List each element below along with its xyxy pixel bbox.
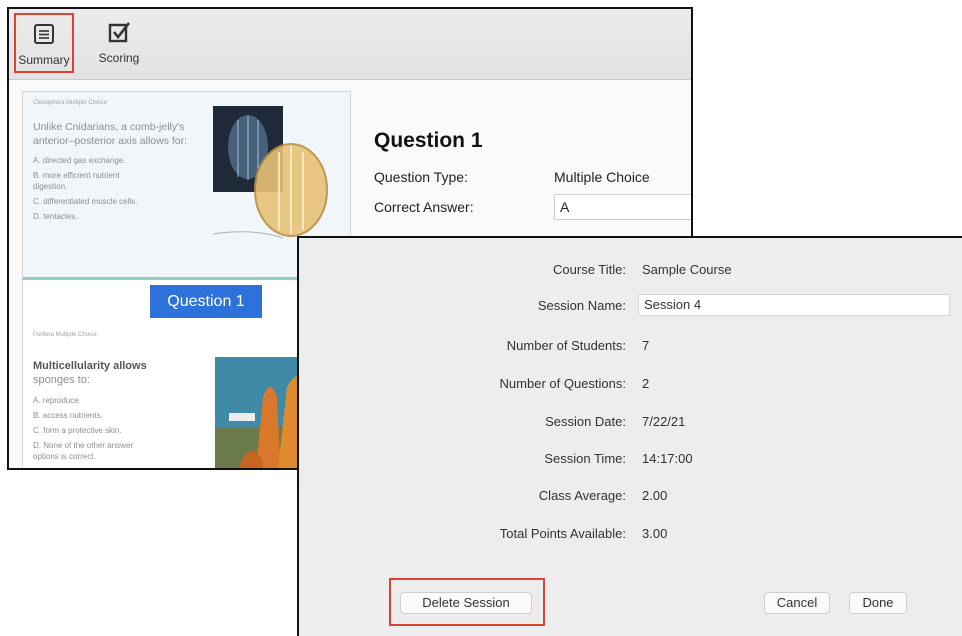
slide-question-line: Multicellularity allows (33, 360, 147, 372)
list-icon (34, 24, 54, 44)
slide-question-line: anterior–posterior axis allows for: (33, 135, 188, 147)
students-value: 7 (642, 338, 650, 353)
students-label: Number of Students: (506, 338, 626, 353)
class-average-value: 2.00 (642, 488, 668, 503)
checkbox-icon (108, 22, 131, 43)
session-time-value: 14:17:00 (642, 451, 693, 466)
class-average-label: Class Average: (538, 488, 626, 503)
delete-session-button[interactable]: Delete Session (400, 592, 532, 614)
slide-option: B. more efficient nutrient (33, 171, 120, 180)
total-points-label: Total Points Available: (499, 526, 626, 541)
slide-option: A. directed gas exchange. (33, 156, 126, 165)
slide-question-line: sponges to: (33, 374, 90, 386)
slide-option: D. tentacles. (33, 212, 78, 221)
question-type-label: Question Type: (374, 169, 468, 185)
questions-value: 2 (642, 376, 650, 391)
slide-option: A. reproduce. (33, 396, 82, 405)
summary-label: Summary (18, 53, 70, 67)
correct-answer-field[interactable]: A (554, 194, 691, 220)
question-summary-panel: Question 1 Question Type: Multiple Choic… (349, 81, 691, 221)
cancel-button[interactable]: Cancel (764, 592, 830, 614)
total-points-value: 3.00 (642, 526, 668, 541)
session-time-label: Session Time: (544, 451, 626, 466)
scoring-label: Scoring (98, 51, 140, 65)
slide-option: D. None of the other answer (33, 441, 134, 450)
session-date-label: Session Date: (545, 414, 626, 429)
slide-option: options is correct. (33, 452, 96, 461)
slide-header: Ctenophora Multiple Choice (33, 100, 108, 106)
session-details-dialog: Course Title: Sample Course Session Name… (297, 236, 962, 636)
session-date-value: 7/22/21 (642, 414, 686, 429)
slide-option: digestion. (33, 182, 68, 191)
question-type-value: Multiple Choice (554, 169, 650, 185)
correct-answer-label: Correct Answer: (374, 199, 474, 215)
slide-header: Porifera Multiple Choice (33, 332, 97, 338)
question-title: Question 1 (374, 129, 483, 152)
questions-label: Number of Questions: (499, 376, 626, 391)
slide-option: C. differentiated muscle cells. (33, 197, 138, 206)
toolbar: Summary Scoring (9, 9, 691, 80)
scoring-button[interactable]: Scoring (93, 13, 145, 73)
slide-option: B. access nutrients. (33, 411, 103, 420)
done-button[interactable]: Done (849, 592, 907, 614)
session-name-label: Session Name: (537, 298, 626, 313)
summary-button[interactable]: Summary (14, 13, 74, 73)
question-banner: Question 1 (150, 285, 262, 318)
comb-jelly-image (213, 106, 328, 239)
course-title-value: Sample Course (642, 262, 732, 277)
course-title-label: Course Title: (553, 262, 626, 277)
session-name-field[interactable]: Session 4 (638, 294, 950, 316)
slide-question-line: Unlike Cnidarians, a comb-jelly's (33, 121, 185, 133)
slide-option: C. form a protective skin. (33, 426, 122, 435)
